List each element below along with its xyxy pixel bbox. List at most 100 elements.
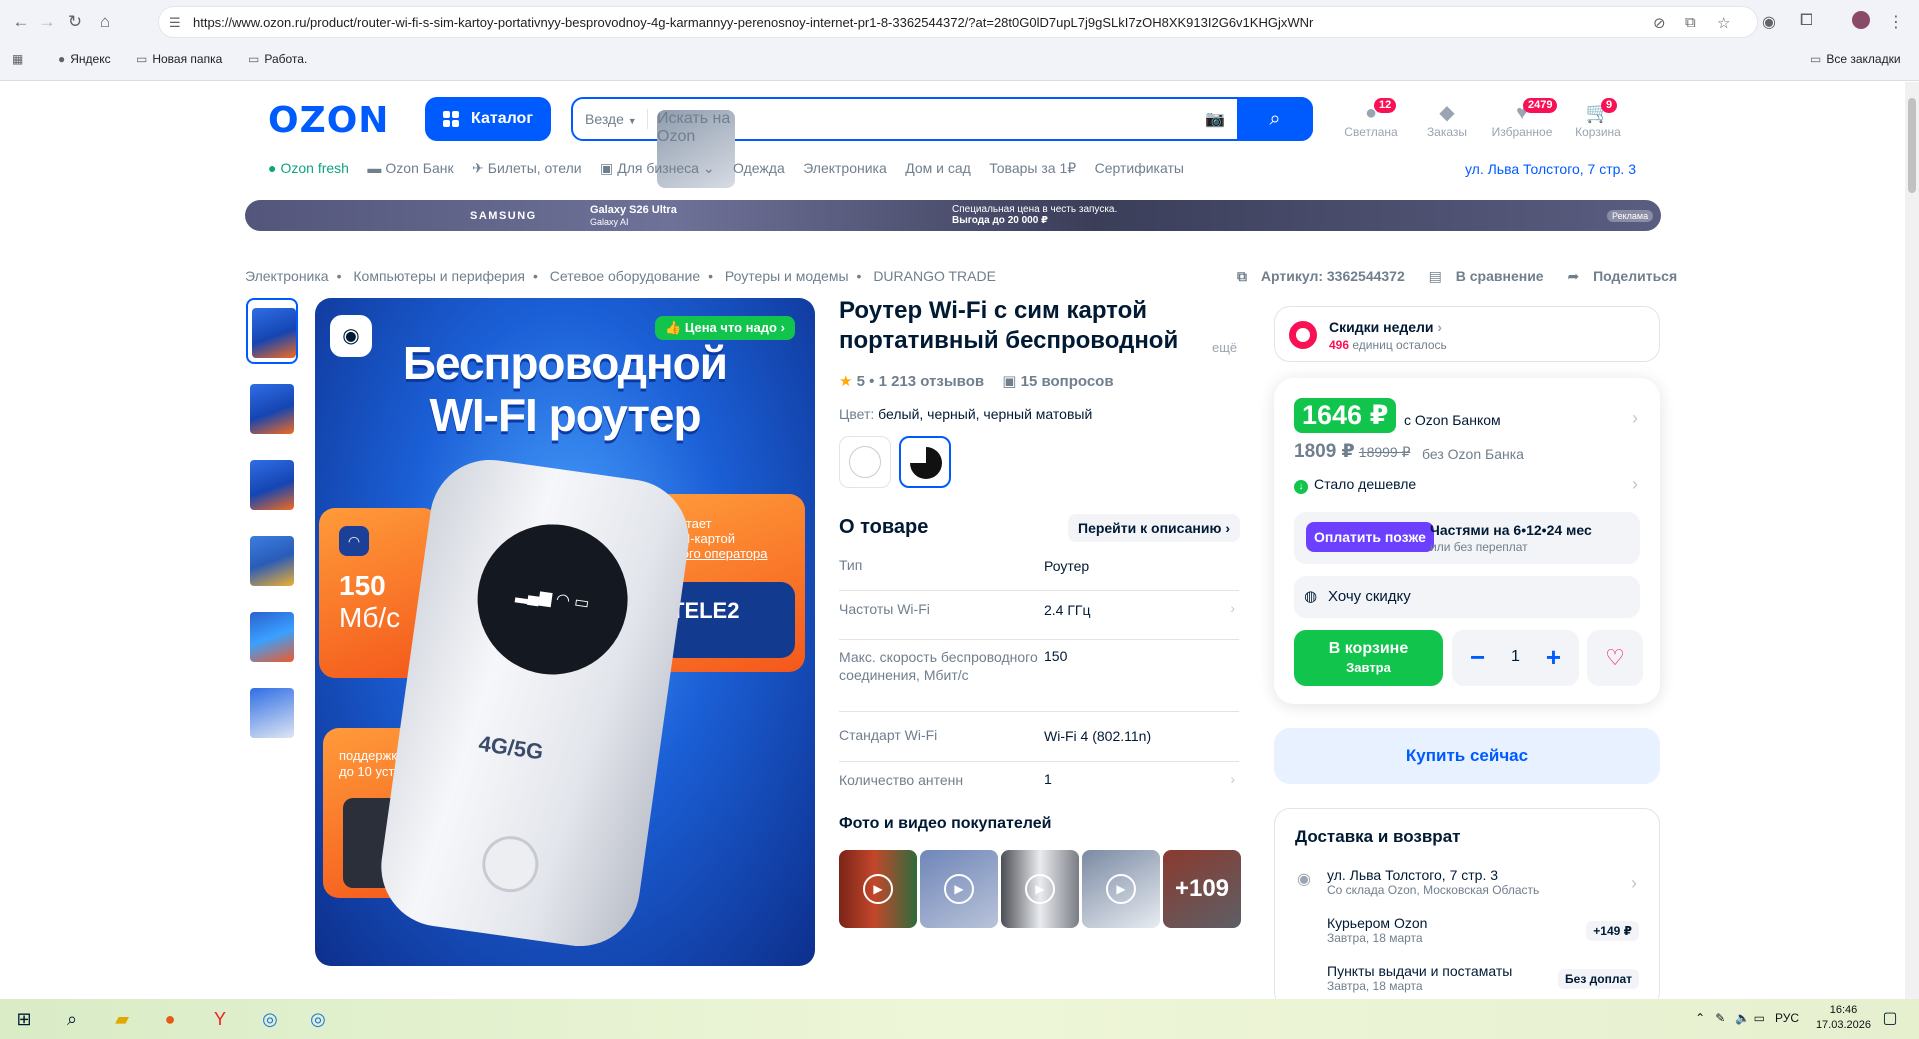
header-orders[interactable]: ◆ Заказы [1412,101,1482,139]
crumb-link[interactable]: DURANGO TRADE [873,268,996,284]
play-icon: ▶ [863,874,893,904]
bookmark-star-icon[interactable]: ☆ [1717,14,1730,32]
tracking-icon[interactable]: ⊘ [1653,14,1666,32]
plus-button[interactable]: + [1546,642,1561,672]
nav-home-garden[interactable]: Дом и сад [905,160,971,176]
nav-ozon-fresh[interactable]: ● Ozon fresh [268,160,349,176]
want-discount-button[interactable]: ◍ Хочу скидку [1294,576,1640,618]
back-icon[interactable]: ← [10,11,32,33]
header-favorites[interactable]: ♥ 2479 Избранное [1487,98,1558,139]
nav-one-ruble[interactable]: Товары за 1₽ [989,160,1076,177]
gallery-thumb[interactable] [246,604,298,670]
pickup-option[interactable]: Пункты выдачи и постаматы Завтра, 18 мар… [1327,963,1512,993]
catalog-button[interactable]: Каталог [425,97,551,141]
bookmark-folder-work[interactable]: ▭ Работа. [248,52,307,66]
gallery-thumb[interactable] [246,298,298,364]
search-button[interactable]: ⌕ [1237,97,1313,141]
quantity-stepper: − 1 + [1452,630,1579,686]
rating-summary[interactable]: ★ 5 • 1 213 отзывов ▣ 15 вопросов [839,372,1114,390]
nav-business[interactable]: ▣ Для бизнеса ⌄ [600,160,715,177]
buy-now-button[interactable]: Купить сейчас [1274,728,1660,784]
article-copy[interactable]: ⧉ Артикул: 3362544372 [1237,268,1415,284]
ozon-logo[interactable]: OZON [268,100,389,141]
search-icon[interactable]: ⌕ [58,1007,86,1031]
bookmark-yandex[interactable]: ● Яндекс [58,52,111,66]
page-scrollbar[interactable] [1905,82,1919,999]
in-cart-button[interactable]: В корзине Завтра [1294,630,1443,686]
courier-option[interactable]: Курьером Ozon Завтра, 18 марта [1327,915,1427,945]
customer-video[interactable]: ▶ [839,850,917,928]
install-icon[interactable]: ⧉ [1685,14,1696,31]
gallery-thumb[interactable] [246,452,298,518]
chrome-icon[interactable]: ◎ [304,1007,332,1031]
site-info-icon[interactable]: ☰ [169,15,181,31]
address-bar[interactable]: ☰ https://www.ozon.ru/product/router-wi-… [158,6,1758,38]
nav-certificates[interactable]: Сертификаты [1095,160,1184,176]
pay-later-block[interactable]: Оплатить позже Частями на 6•12•24 мес ил… [1294,512,1640,564]
chevron-right-icon: › [1225,520,1230,536]
nav-ozon-bank[interactable]: ▬ Ozon Банк [367,160,453,176]
extensions-icon[interactable]: ⧠ [1800,12,1813,30]
gallery-thumb[interactable] [246,528,298,594]
price-drop-info[interactable]: ↓ Стало дешевле [1294,476,1416,494]
header-profile[interactable]: ● 12 Светлана [1336,98,1406,139]
profile-avatar[interactable] [1852,11,1870,29]
file-explorer-icon[interactable]: ▰ [108,1007,136,1031]
spec-row[interactable]: Количество антенн 1 › [839,771,1239,795]
goto-description-button[interactable]: Перейти к описанию › [1068,514,1240,542]
search-scope-select[interactable]: Везде ▼ [585,111,637,127]
crumb-link[interactable]: Сетевое оборудование [550,268,700,284]
customer-video[interactable]: ▶ [920,850,998,928]
nav-tickets[interactable]: ✈ Билеты, отели [472,160,582,177]
forward-icon[interactable]: → [36,11,58,33]
windows-start-icon[interactable]: ⊞ [10,1007,38,1031]
all-bookmarks[interactable]: ▭ Все закладки [1810,52,1901,66]
nav-clothes[interactable]: Одежда [733,160,785,176]
gallery-thumb[interactable] [246,680,298,746]
good-price-badge[interactable]: 👍 Цена что надо › [655,316,795,340]
share-button[interactable]: ➦ Поделиться [1567,268,1687,284]
color-swatch-black[interactable] [899,436,951,488]
product-main-image[interactable]: Беспроводной WI-FI роутер ◠ 150 Мб/с раб… [315,298,815,966]
questions-link[interactable]: 15 вопросов [1021,373,1114,390]
home-icon[interactable]: ⌂ [94,11,116,33]
chrome-icon[interactable]: ◎ [256,1007,284,1031]
apps-icon[interactable]: ▦ [12,52,23,66]
menu-icon[interactable]: ⋮ [1888,12,1904,32]
crumb-link[interactable]: Электроника [245,268,329,284]
ozon-bank-price[interactable]: 1646 ₽ [1294,398,1397,433]
delivery-address[interactable]: ул. Льва Толстого, 7 стр. 3 Со склада Oz… [1327,867,1539,897]
pay-later-button[interactable]: Оплатить позже [1306,522,1434,552]
notifications-icon[interactable]: ▢ [1876,1007,1904,1031]
delivery-address-link[interactable]: ул. Льва Толстого, 7 стр. 3 [1465,161,1636,177]
crumb-link[interactable]: Роутеры и модемы [725,268,849,284]
volume-icon: 🔈 [1735,1011,1751,1025]
bookmark-folder-new[interactable]: ▭ Новая папка [136,52,222,66]
color-swatch-white[interactable] [839,436,891,488]
reload-icon[interactable]: ↻ [64,11,86,33]
weekly-deals[interactable]: Скидки недели › 496 единиц осталось [1274,306,1660,362]
yandex-browser-icon[interactable]: Y [206,1007,234,1031]
header-cart[interactable]: 🛒 9 Корзина [1563,98,1633,139]
more-photos[interactable]: +109 [1163,850,1241,928]
customer-video[interactable]: ▶ [1001,850,1079,928]
search-icon: ⌕ [1269,108,1281,130]
camera-icon[interactable]: 📷 [1205,109,1225,129]
system-tray[interactable]: ⌃ ✎ 🔈 ▭ РУС [1695,1011,1799,1025]
firefox-icon[interactable]: ● [156,1007,184,1031]
spec-row[interactable]: Частоты Wi-Fi 2.4 ГГц › [839,600,1239,640]
ad-banner[interactable]: SAMSUNG Galaxy S26 Ultra Galaxy AI Специа… [245,200,1661,231]
gallery-thumb[interactable] [246,376,298,442]
translate-extension-icon[interactable]: ◉ [1762,12,1776,32]
compare-button[interactable]: ▤ В сравнение [1429,268,1554,284]
clock[interactable]: 16:46 17.03.2026 [1816,1003,1871,1033]
customer-video[interactable]: ▶ [1082,850,1160,928]
title-more-link[interactable]: ещё [1212,340,1237,355]
scrollbar-thumb[interactable] [1908,98,1916,193]
nav-electronics[interactable]: Электроника [803,160,887,176]
language-indicator[interactable]: РУС [1775,1011,1799,1025]
add-to-favorites-button[interactable]: ♡ [1587,630,1643,686]
chevron-right-icon: › [1230,600,1235,616]
crumb-link[interactable]: Компьютеры и периферия [353,268,525,284]
image-search-icon[interactable]: ◉ [330,315,372,357]
